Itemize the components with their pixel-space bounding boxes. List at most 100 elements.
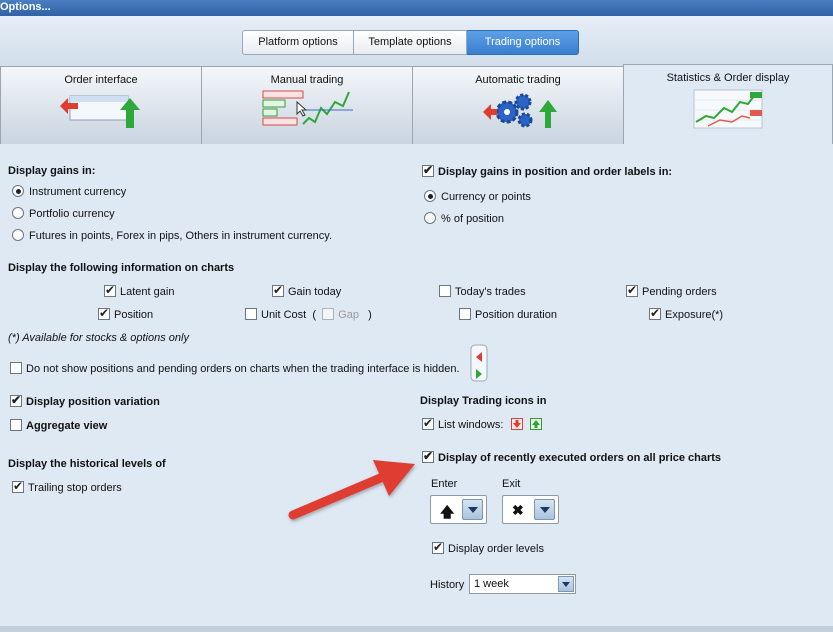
chevron-down-icon[interactable] (558, 576, 574, 592)
checkbox-exposure[interactable]: Exposure(*) (649, 306, 724, 321)
checkbox-label: Aggregate view (26, 420, 108, 432)
cross-icon: ✖ (512, 502, 524, 518)
bottom-border (0, 626, 833, 632)
checkbox-latent-gain[interactable]: Latent gain (104, 283, 175, 298)
checkbox[interactable] (245, 308, 257, 320)
display-gains-heading: Display gains in: (8, 165, 96, 177)
tab-template-options[interactable]: Template options (354, 30, 467, 55)
checkbox-label: Position (114, 309, 154, 321)
radio-instrument-currency[interactable]: Instrument currency (12, 185, 126, 198)
checkbox-label: Latent gain (120, 286, 175, 298)
checkbox-label: Today's trades (455, 286, 526, 298)
order-interface-icon (60, 95, 140, 128)
radio-futures-points[interactable]: Futures in points, Forex in pips, Others… (12, 229, 332, 242)
checkbox-position-duration[interactable]: Position duration (459, 308, 557, 321)
checkbox[interactable] (10, 362, 22, 374)
radio-button[interactable] (12, 185, 24, 197)
buy-icon (529, 418, 542, 430)
checkbox-label: Position duration (475, 309, 557, 321)
checkbox[interactable] (626, 283, 638, 297)
exit-marker-dropdown[interactable]: ✖ (502, 495, 559, 524)
checkbox[interactable] (272, 283, 284, 297)
tab-trading-options[interactable]: Trading options (467, 30, 579, 55)
tab-manual-trading[interactable]: Manual trading (201, 66, 413, 144)
chevron-down-icon[interactable] (534, 499, 555, 520)
checkbox-list-windows[interactable]: List windows: (422, 416, 542, 431)
display-gains-labels-heading: Display gains in position and order labe… (438, 166, 673, 178)
exit-label: Exit (502, 478, 521, 490)
footnote: (*) Available for stocks & options only (8, 332, 189, 344)
trading-interface-toggle-icon (470, 344, 488, 382)
enter-marker-dropdown[interactable]: 🡅 (430, 495, 487, 524)
radio-label: % of position (441, 213, 504, 225)
paren-close: ) (368, 309, 372, 321)
statistics-icon (693, 89, 763, 129)
history-select[interactable]: 1 week (469, 574, 576, 594)
tab-platform-options[interactable]: Platform options (242, 30, 354, 55)
charts-info-heading: Display the following information on cha… (8, 262, 235, 274)
radio-button[interactable] (424, 212, 436, 224)
manual-trading-icon (262, 90, 353, 126)
checkbox-pending-orders[interactable]: Pending orders (626, 283, 717, 298)
radio-label: Futures in points, Forex in pips, Others… (29, 230, 333, 242)
display-gains-labels-option[interactable]: Display gains in position and order labe… (422, 163, 673, 178)
tab-label: Automatic trading (475, 74, 561, 86)
radio-portfolio-currency[interactable]: Portfolio currency (12, 207, 115, 220)
up-arrow-icon: 🡅 (440, 504, 455, 520)
checkbox-unit-cost[interactable]: Unit Cost ( Gap ) (245, 308, 372, 321)
checkbox-display-order-levels[interactable]: Display order levels (432, 540, 544, 555)
tab-label: Order interface (64, 74, 138, 86)
checkbox-hide-positions[interactable]: Do not show positions and pending orders… (10, 362, 460, 375)
options-category-tabs: Platform options Template options Tradin… (242, 30, 579, 55)
checkbox-trailing-stop[interactable]: Trailing stop orders (12, 479, 122, 494)
history-label: History (430, 579, 465, 591)
automatic-trading-icon (483, 93, 557, 128)
radio-button[interactable] (12, 207, 24, 219)
checkbox[interactable] (422, 163, 434, 177)
checkbox[interactable] (10, 419, 22, 431)
tab-label: Manual trading (270, 74, 344, 86)
checkbox-executed-orders[interactable]: Display of recently executed orders on a… (422, 449, 722, 464)
checkbox-label: Display of recently executed orders on a… (438, 452, 722, 464)
radio-button[interactable] (424, 190, 436, 202)
checkbox[interactable] (432, 540, 444, 554)
chevron-down-icon[interactable] (462, 499, 483, 520)
window-title-bar: Options... (0, 0, 833, 16)
paren-open: ( (312, 309, 317, 321)
checkbox[interactable] (459, 308, 471, 320)
checkbox[interactable] (649, 306, 661, 320)
window-title: Options... (0, 1, 51, 13)
tab-statistics-order-display[interactable]: Statistics & Order display (623, 64, 833, 144)
checkbox-label: Do not show positions and pending orders… (26, 363, 460, 375)
checkbox[interactable] (98, 306, 110, 320)
checkbox[interactable] (10, 393, 22, 407)
tab-automatic-trading[interactable]: Automatic trading (412, 66, 624, 144)
enter-label: Enter (431, 478, 458, 490)
checkbox[interactable] (12, 479, 24, 493)
checkbox[interactable] (104, 283, 116, 297)
checkbox-position[interactable]: Position (98, 306, 154, 321)
checkbox-label: Pending orders (642, 286, 717, 298)
checkbox[interactable] (439, 285, 451, 297)
sell-icon (511, 418, 524, 430)
radio-percent-of-position[interactable]: % of position (424, 212, 504, 225)
radio-label: Portfolio currency (29, 208, 115, 220)
radio-currency-or-points[interactable]: Currency or points (424, 190, 531, 203)
statistics-panel: Display gains in: Instrument currency Po… (0, 144, 833, 632)
checkbox-label: Exposure(*) (665, 309, 724, 321)
checkbox-label: Gain today (288, 286, 342, 298)
checkbox-gain-today[interactable]: Gain today (272, 283, 342, 298)
checkbox-todays-trades[interactable]: Today's trades (439, 285, 526, 298)
historical-heading: Display the historical levels of (8, 458, 166, 470)
tab-order-interface[interactable]: Order interface (0, 66, 202, 144)
gap-checkbox (322, 308, 335, 320)
radio-button[interactable] (12, 229, 24, 241)
checkbox-display-position-variation[interactable]: Display position variation (10, 393, 160, 408)
checkbox-label: Display order levels (448, 543, 544, 555)
radio-label: Instrument currency (29, 186, 127, 198)
tab-label: Statistics & Order display (666, 72, 790, 84)
checkbox-aggregate-view[interactable]: Aggregate view (10, 419, 107, 432)
checkbox-label: List windows: (438, 419, 504, 431)
checkbox[interactable] (422, 416, 434, 430)
checkbox-label: Display position variation (26, 396, 160, 408)
